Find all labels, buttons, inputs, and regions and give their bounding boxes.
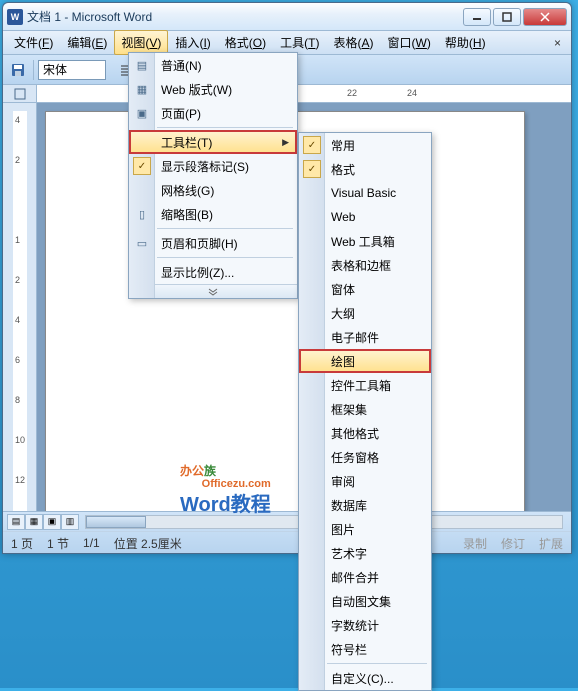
check-icon: ✓ [133, 157, 151, 175]
menu-file[interactable]: 文件(F) [7, 30, 60, 55]
view-menu-dropdown: ▤普通(N) ▦Web 版式(W) ▣页面(P) 工具栏(T)▶ ✓显示段落标记… [128, 52, 298, 299]
menu-separator [157, 127, 293, 128]
view-thumbnails[interactable]: ▯缩略图(B) [129, 202, 297, 226]
toolbar-web[interactable]: Web [299, 205, 431, 229]
toolbar-customize[interactable]: 自定义(C)... [299, 666, 431, 690]
font-select[interactable]: 宋体 [38, 60, 106, 80]
toolbar-tables-borders[interactable]: 表格和边框 [299, 253, 431, 277]
toolbar-visual-basic[interactable]: Visual Basic [299, 181, 431, 205]
view-outline-button[interactable]: ▥ [61, 514, 79, 530]
toolbar-controls[interactable]: 控件工具箱 [299, 373, 431, 397]
menu-edit[interactable]: 编辑(E) [60, 30, 114, 55]
toolbar-formatting[interactable]: ✓格式 [299, 157, 431, 181]
toolbar-forms[interactable]: 窗体 [299, 277, 431, 301]
check-icon: ✓ [303, 160, 321, 178]
header-footer-icon: ▭ [133, 234, 151, 252]
ruler-scale[interactable]: 18 20 22 24 [37, 85, 571, 102]
titlebar: W 文档 1 - Microsoft Word [3, 3, 571, 31]
window-title: 文档 1 - Microsoft Word [27, 8, 461, 25]
check-icon: ✓ [303, 136, 321, 154]
view-normal-button[interactable]: ▤ [7, 514, 25, 530]
menu-window[interactable]: 窗口(W) [381, 30, 438, 55]
toolbar-frames[interactable]: 框架集 [299, 397, 431, 421]
toolbar-wordart[interactable]: 艺术字 [299, 541, 431, 565]
toolbar-task-pane[interactable]: 任务窗格 [299, 445, 431, 469]
toolbar-review[interactable]: 审阅 [299, 469, 431, 493]
status-section: 1 节 [47, 535, 69, 552]
maximize-button[interactable] [493, 8, 521, 26]
web-view-icon: ▦ [133, 80, 151, 98]
view-toolbars[interactable]: 工具栏(T)▶ [129, 130, 297, 154]
statusbar: ▤ ▦ ▣ ▥ 1 页 1 节 1/1 位置 2.5厘米 录制 修订 扩展 [3, 511, 571, 553]
toolbar-mail-merge[interactable]: 邮件合并 [299, 565, 431, 589]
toolbar-separator [33, 60, 34, 80]
view-header-footer[interactable]: ▭页眉和页脚(H) [129, 231, 297, 255]
scroll-thumb[interactable] [86, 516, 146, 528]
toolbar-autotext[interactable]: 自动图文集 [299, 589, 431, 613]
view-paragraph-marks[interactable]: ✓显示段落标记(S) [129, 154, 297, 178]
view-page-layout[interactable]: ▣页面(P) [129, 101, 297, 125]
menu-separator [157, 228, 293, 229]
toolbar-web-tools[interactable]: Web 工具箱 [299, 229, 431, 253]
status-revision: 修订 [501, 535, 525, 552]
vertical-ruler[interactable]: 4 2 1 2 4 6 8 10 12 [3, 103, 37, 533]
toolbar-standard[interactable]: ✓常用 [299, 133, 431, 157]
toolbar-database[interactable]: 数据库 [299, 493, 431, 517]
toolbar-drawing[interactable]: 绘图 [299, 349, 431, 373]
font-name: 宋体 [43, 61, 67, 78]
toolbar-email[interactable]: 电子邮件 [299, 325, 431, 349]
menu-separator [157, 257, 293, 258]
submenu-arrow-icon: ▶ [282, 137, 289, 148]
status-record: 录制 [463, 535, 487, 552]
status-position: 位置 2.5厘米 [114, 535, 182, 552]
view-gridlines[interactable]: 网格线(G) [129, 178, 297, 202]
toolbar-picture[interactable]: 图片 [299, 517, 431, 541]
close-button[interactable] [523, 8, 567, 26]
minimize-button[interactable] [463, 8, 491, 26]
page-view-icon: ▣ [133, 104, 151, 122]
view-page-button[interactable]: ▣ [43, 514, 61, 530]
menu-table[interactable]: 表格(A) [327, 30, 381, 55]
toolbar-outline[interactable]: 大纲 [299, 301, 431, 325]
status-extend: 扩展 [539, 535, 563, 552]
status-pages: 1/1 [83, 536, 100, 550]
menu-help[interactable]: 帮助(H) [438, 30, 493, 55]
menu-doc-close[interactable]: × [548, 34, 567, 52]
toolbar-symbols[interactable]: 符号栏 [299, 637, 431, 661]
save-icon[interactable] [7, 59, 29, 81]
view-zoom[interactable]: 显示比例(Z)... [129, 260, 297, 284]
status-page: 1 页 [11, 535, 33, 552]
thumbnail-icon: ▯ [133, 205, 151, 223]
view-normal[interactable]: ▤普通(N) [129, 53, 297, 77]
toolbars-submenu: ✓常用 ✓格式 Visual Basic Web Web 工具箱 表格和边框 窗… [298, 132, 432, 691]
view-web-layout[interactable]: ▦Web 版式(W) [129, 77, 297, 101]
toolbar-other-format[interactable]: 其他格式 [299, 421, 431, 445]
ruler-corner [3, 85, 37, 102]
view-web-button[interactable]: ▦ [25, 514, 43, 530]
word-icon: W [7, 9, 23, 25]
menu-separator [327, 663, 427, 664]
normal-view-icon: ▤ [133, 56, 151, 74]
toolbar-word-count[interactable]: 字数统计 [299, 613, 431, 637]
